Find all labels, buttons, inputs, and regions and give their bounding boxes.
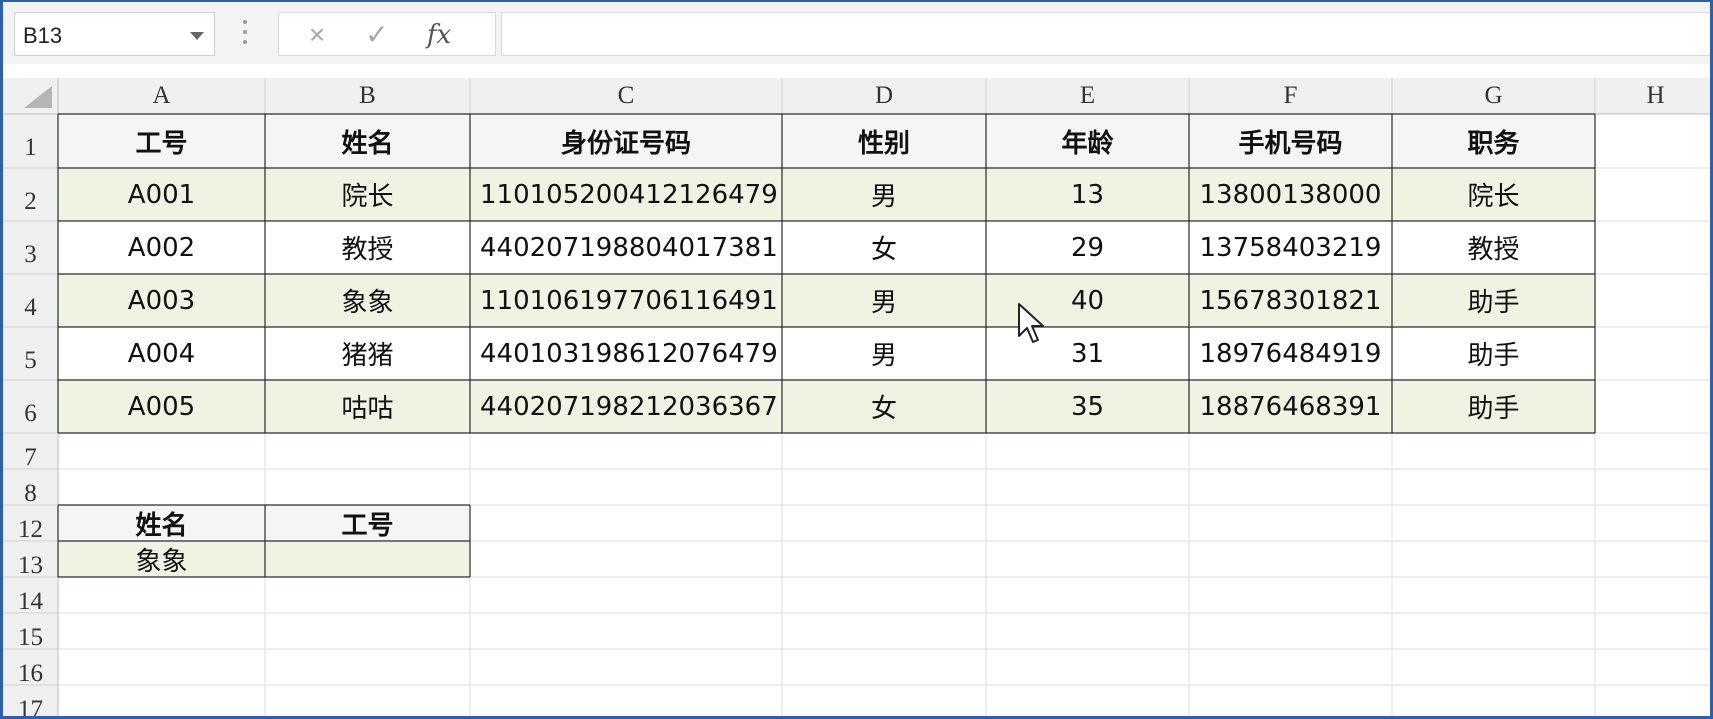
name-box[interactable]: B13 bbox=[14, 12, 215, 56]
table-cell[interactable]: 110105200412126479 bbox=[470, 168, 782, 221]
formula-bar: B13 × ✓ fx bbox=[3, 2, 1710, 64]
table-header-cell[interactable]: 职务 bbox=[1392, 114, 1595, 168]
column-header-c[interactable]: C bbox=[470, 78, 782, 114]
row-header-4[interactable]: 4 bbox=[3, 274, 58, 327]
drag-handle-icon[interactable] bbox=[243, 20, 247, 48]
table-cell[interactable]: A004 bbox=[58, 327, 265, 380]
chevron-down-icon[interactable] bbox=[190, 32, 204, 40]
table-cell[interactable]: 15678301821 bbox=[1189, 274, 1392, 327]
table-cell[interactable]: 35 bbox=[986, 380, 1189, 433]
row-header-12[interactable]: 12 bbox=[3, 505, 58, 541]
row-header-5[interactable]: 5 bbox=[3, 327, 58, 380]
spreadsheet-window: B13 × ✓ fx A B C D E F G H 1 2 3 4 5 6 7 8 12 13 14 15 16 17 工… bbox=[0, 0, 1713, 719]
table-cell[interactable]: 男 bbox=[782, 168, 986, 221]
table-cell[interactable]: A002 bbox=[58, 221, 265, 274]
formula-input[interactable] bbox=[501, 12, 1710, 56]
worksheet-grid[interactable]: A B C D E F G H 1 2 3 4 5 6 7 8 12 13 14 15 16 17 工号 姓名 身份证号码 性别年… bbox=[3, 78, 1710, 716]
row-header-1[interactable]: 1 bbox=[3, 114, 58, 168]
table-cell[interactable]: 男 bbox=[782, 274, 986, 327]
table-header-cell[interactable]: 手机号码 bbox=[1189, 114, 1392, 168]
insert-function-button[interactable]: fx bbox=[409, 13, 469, 57]
table-cell[interactable]: A005 bbox=[58, 380, 265, 433]
row-header-17[interactable]: 17 bbox=[3, 685, 58, 716]
table-cell[interactable]: 院长 bbox=[1392, 168, 1595, 221]
table-header-cell[interactable]: 年龄 bbox=[986, 114, 1189, 168]
table-cell[interactable]: 29 bbox=[986, 221, 1189, 274]
table-cell[interactable]: 13 bbox=[986, 168, 1189, 221]
table-cell[interactable]: 110106197706116491 bbox=[470, 274, 782, 327]
table-header-cell[interactable]: 姓名 bbox=[265, 114, 470, 168]
table-cell[interactable]: 院长 bbox=[265, 168, 470, 221]
column-header-a[interactable]: A bbox=[58, 78, 265, 114]
table-cell[interactable]: 男 bbox=[782, 327, 986, 380]
column-header-b[interactable]: B bbox=[265, 78, 470, 114]
cancel-icon[interactable]: × bbox=[287, 13, 347, 57]
table-cell[interactable]: 咕咕 bbox=[265, 380, 470, 433]
table-header-cell[interactable]: 工号 bbox=[58, 114, 265, 168]
lookup-header-cell[interactable]: 工号 bbox=[265, 505, 470, 541]
table-cell[interactable]: 教授 bbox=[265, 221, 470, 274]
table-cell[interactable]: 13800138000 bbox=[1189, 168, 1392, 221]
table-cell[interactable]: 女 bbox=[782, 221, 986, 274]
row-header-14[interactable]: 14 bbox=[3, 577, 58, 613]
table-header-cell[interactable]: 身份证号码 bbox=[470, 114, 782, 168]
lookup-input-cell[interactable]: 象象 bbox=[58, 541, 265, 577]
table-cell[interactable]: 女 bbox=[782, 380, 986, 433]
row-header-7[interactable]: 7 bbox=[3, 433, 58, 469]
column-header-d[interactable]: D bbox=[782, 78, 986, 114]
table-cell[interactable]: 猪猪 bbox=[265, 327, 470, 380]
enter-icon[interactable]: ✓ bbox=[347, 13, 407, 57]
table-cell[interactable]: 440103198612076479 bbox=[470, 327, 782, 380]
table-cell[interactable]: 象象 bbox=[265, 274, 470, 327]
column-header-g[interactable]: G bbox=[1392, 78, 1595, 114]
table-cell[interactable]: 440207198212036367 bbox=[470, 380, 782, 433]
table-cell[interactable]: 13758403219 bbox=[1189, 221, 1392, 274]
column-header-h[interactable]: H bbox=[1595, 78, 1710, 114]
row-header-8[interactable]: 8 bbox=[3, 469, 58, 505]
row-header-6[interactable]: 6 bbox=[3, 380, 58, 433]
mouse-pointer-icon bbox=[1018, 303, 1044, 343]
name-box-value: B13 bbox=[23, 23, 63, 48]
row-header-13[interactable]: 13 bbox=[3, 541, 58, 577]
table-cell[interactable]: A001 bbox=[58, 168, 265, 221]
row-header-15[interactable]: 15 bbox=[3, 613, 58, 649]
formula-buttons: × ✓ fx bbox=[278, 12, 496, 56]
lookup-header-cell[interactable]: 姓名 bbox=[58, 505, 265, 541]
column-header-f[interactable]: F bbox=[1189, 78, 1392, 114]
table-cell[interactable]: 助手 bbox=[1392, 327, 1595, 380]
table-cell[interactable]: 18976484919 bbox=[1189, 327, 1392, 380]
row-header-2[interactable]: 2 bbox=[3, 168, 58, 221]
table-cell[interactable]: 440207198804017381 bbox=[470, 221, 782, 274]
table-cell[interactable]: 18876468391 bbox=[1189, 380, 1392, 433]
column-header-e[interactable]: E bbox=[986, 78, 1189, 114]
table-cell[interactable]: 助手 bbox=[1392, 380, 1595, 433]
table-cell[interactable]: A003 bbox=[58, 274, 265, 327]
lookup-result-cell[interactable] bbox=[265, 541, 470, 577]
table-header-cell[interactable]: 性别 bbox=[782, 114, 986, 168]
table-cell[interactable]: 助手 bbox=[1392, 274, 1595, 327]
row-header-16[interactable]: 16 bbox=[3, 649, 58, 685]
row-header-3[interactable]: 3 bbox=[3, 221, 58, 274]
table-cell[interactable]: 教授 bbox=[1392, 221, 1595, 274]
